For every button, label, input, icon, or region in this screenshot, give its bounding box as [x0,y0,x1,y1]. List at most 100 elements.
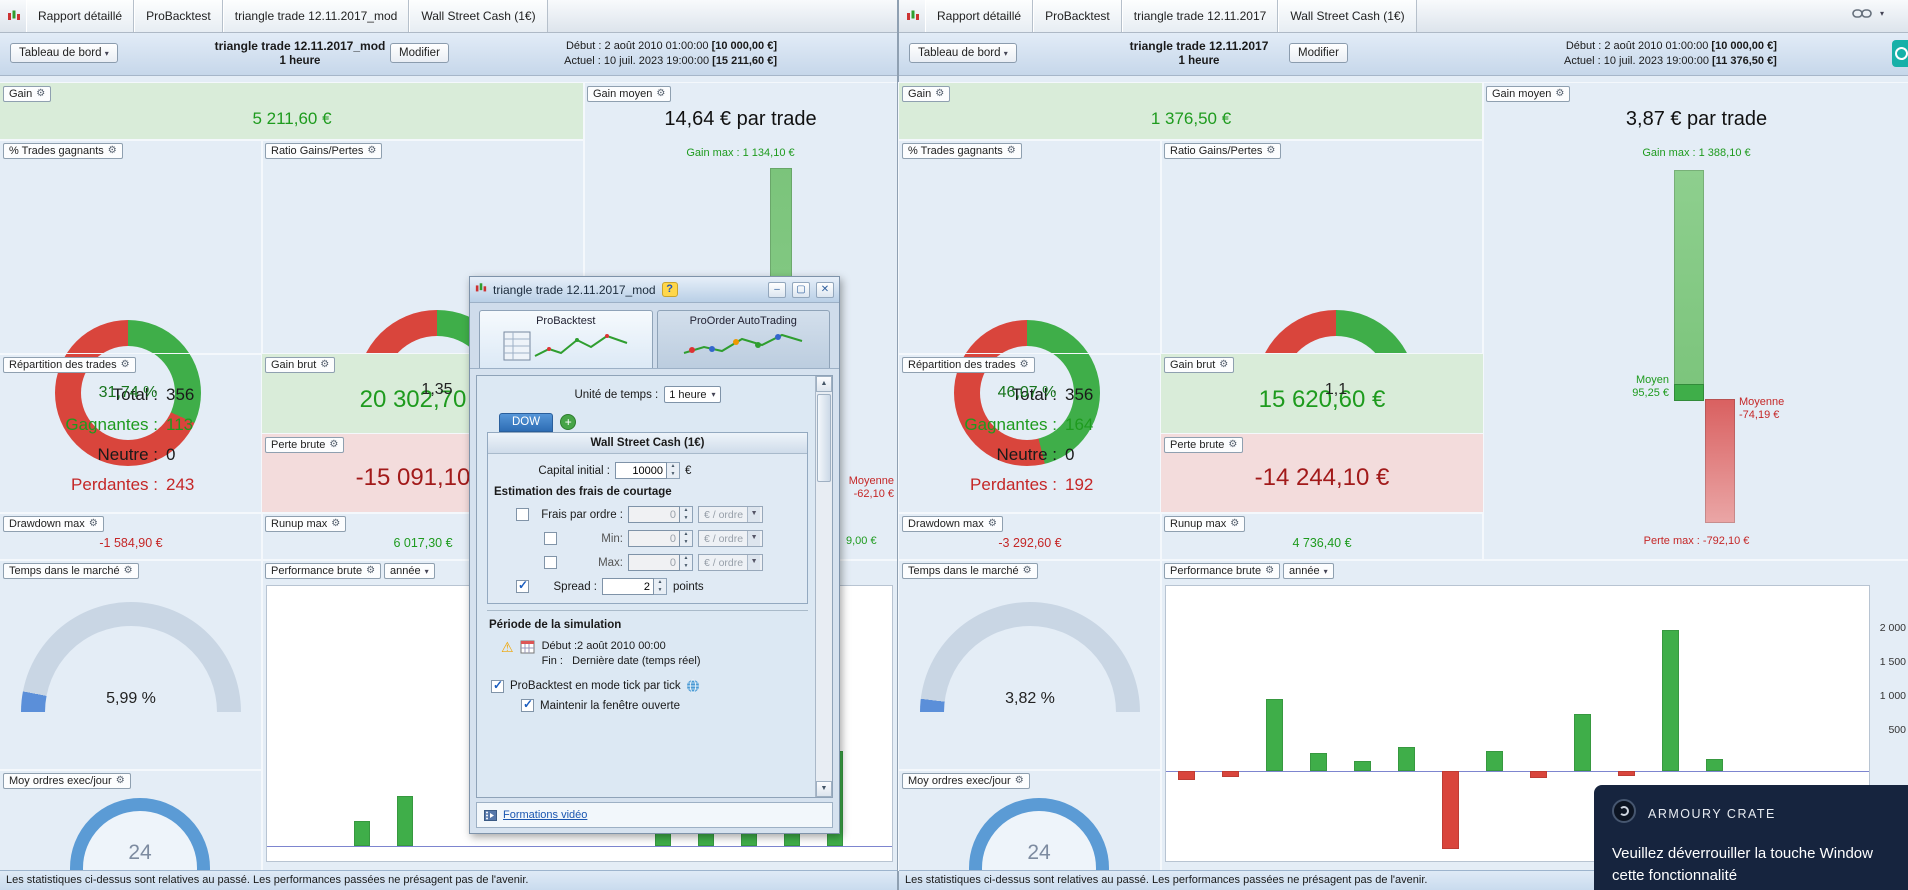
wrench-icon[interactable]: ⚙ [366,566,375,576]
tab-strategy[interactable]: triangle trade 12.11.2017_mod [222,0,410,32]
runup-widget: Runup max ⚙ 4 736,40 € [1160,512,1484,561]
wrench-icon[interactable]: ⚙ [1230,519,1239,529]
chart-bar [1662,630,1679,771]
market-panel-title: Wall Street Cash (1€) [488,433,807,454]
dashboard-dropdown[interactable]: Tableau de bord ▾ [10,43,118,63]
chevron-down-icon: ▾ [1003,49,1008,58]
tab-proorder[interactable]: ProOrder AutoTrading [656,310,830,368]
wrench-icon[interactable]: ⚙ [1266,146,1275,156]
maximize-button[interactable]: ▢ [792,281,810,298]
unit-select[interactable]: 1 heure ▾ [664,386,721,403]
market-tab-dow[interactable]: DOW [499,413,554,432]
wrench-icon[interactable]: ⚙ [656,89,665,99]
modify-button[interactable]: Modifier [390,43,449,63]
proorder-chart-icon [683,333,803,354]
wrench-icon[interactable]: ⚙ [1265,566,1274,576]
tab-probacktest[interactable]: ProBacktest [1033,0,1122,32]
spread-input[interactable] [602,578,654,595]
min-stepper[interactable]: ▲ ▼ [680,530,693,547]
wrench-icon[interactable]: ⚙ [320,360,329,370]
spread-checkbox[interactable] [516,578,529,593]
wrench-icon[interactable]: ⚙ [1007,146,1016,156]
min-checkbox[interactable] [544,532,557,545]
wrench-icon[interactable]: ⚙ [121,360,130,370]
link-icon[interactable] [1852,8,1872,19]
dashboard-dropdown[interactable]: Tableau de bord ▾ [909,43,1017,63]
tab-instrument[interactable]: Wall Street Cash (1€) [1278,0,1417,32]
min-unit-select[interactable]: € / ordre ▼ [698,530,764,547]
scroll-thumb[interactable] [817,394,831,482]
spread-row: Spread : ▲▼ points [492,578,803,595]
probacktest-chart-icon [503,331,628,361]
modify-button[interactable]: Modifier [1289,43,1348,63]
fees-stepper[interactable]: ▲ ▼ [680,506,693,523]
max-stepper[interactable]: ▲ ▼ [680,554,693,571]
tab-rapport-detaille[interactable]: Rapport détaillé [925,0,1034,32]
wrench-icon[interactable]: ⚙ [89,519,98,529]
performance-period-dropdown[interactable]: année ▾ [384,563,435,579]
wrench-icon[interactable]: ⚙ [108,146,117,156]
max-checkbox[interactable] [544,556,557,569]
fees-checkbox[interactable] [516,508,529,521]
wrench-icon[interactable]: ⚙ [988,519,997,529]
wrench-icon[interactable]: ⚙ [1219,360,1228,370]
scroll-down-button[interactable]: ▼ [816,781,832,797]
wrench-icon[interactable]: ⚙ [1015,776,1024,786]
fees-label: Frais par ordre : [541,508,623,521]
calendar-icon[interactable] [520,639,535,654]
side-panel-badge[interactable] [1892,40,1908,67]
period-dates: Début :2 août 2010 00:00 Fin : Dernière … [542,639,701,669]
capital-input[interactable] [615,462,667,479]
spread-stepper[interactable]: ▲ ▼ [654,578,667,595]
performance-period-dropdown[interactable]: année ▾ [1283,563,1334,579]
runup-label: Runup max [1170,518,1227,530]
temps-marche-chip: Temps dans le marché ⚙ [3,563,139,579]
chevron-down-icon[interactable]: ▾ [1880,9,1884,18]
scroll-up-button[interactable]: ▲ [816,376,832,392]
wrench-icon[interactable]: ⚙ [935,89,944,99]
candlestick-app-icon [0,0,26,32]
drawdown-chip: Drawdown max ⚙ [902,516,1003,532]
tab-probacktest[interactable]: ProBacktest [479,310,653,368]
wrench-icon[interactable]: ⚙ [116,776,125,786]
close-button[interactable]: ✕ [816,281,834,298]
help-icon[interactable]: ? [661,282,678,297]
notification-title: ARMOURY CRATE [1648,807,1776,821]
wrench-icon[interactable]: ⚙ [1555,89,1564,99]
wrench-icon[interactable]: ⚙ [329,440,338,450]
tab-rapport-detaille[interactable]: Rapport détaillé [26,0,135,32]
add-market-button[interactable]: + [560,413,577,430]
wrench-icon[interactable]: ⚙ [1228,440,1237,450]
wrench-icon[interactable]: ⚙ [124,566,133,576]
video-trainings-link[interactable]: Formations vidéo [503,809,587,821]
fees-unit-select[interactable]: € / ordre ▼ [698,506,764,523]
chart-bar [1266,699,1283,771]
wrench-icon[interactable]: ⚙ [1020,360,1029,370]
chart-bar [397,796,413,846]
moyenne-fragment: Moyenne -62,10 € [848,475,894,500]
dialog-body: Unité de temps : 1 heure ▾ DOW + Wall Str… [476,375,833,798]
wrench-icon[interactable]: ⚙ [367,146,376,156]
dialog-titlebar[interactable]: triangle trade 12.11.2017_mod ? – ▢ ✕ [470,277,839,303]
wrench-icon[interactable]: ⚙ [331,519,340,529]
capital-stepper[interactable]: ▲ ▼ [667,462,680,479]
scrollbar[interactable]: ▲ ▼ [815,376,832,797]
wrench-icon[interactable]: ⚙ [1023,566,1032,576]
min-input[interactable] [628,530,680,547]
drawdown-label: Drawdown max [908,518,984,530]
wrench-icon[interactable]: ⚙ [36,89,45,99]
left-header: Tableau de bord ▾ triangle trade 12.11.2… [0,33,897,76]
max-unit-select[interactable]: € / ordre ▼ [698,554,764,571]
tab-strategy[interactable]: triangle trade 12.11.2017 [1121,0,1279,32]
minimize-button[interactable]: – [768,281,786,298]
tab-probacktest[interactable]: ProBacktest [134,0,223,32]
tick-checkbox[interactable] [491,678,504,693]
fees-input[interactable] [628,506,680,523]
tab-instrument[interactable]: Wall Street Cash (1€) [409,0,548,32]
keep-open-checkbox[interactable] [521,697,534,712]
gain-brut-label: Gain brut [271,359,317,371]
candlestick-app-icon [475,282,487,297]
tick-row: ProBacktest en mode tick par tick [491,678,808,693]
max-input[interactable] [628,554,680,571]
gain-chip: Gain ⚙ [902,86,951,102]
